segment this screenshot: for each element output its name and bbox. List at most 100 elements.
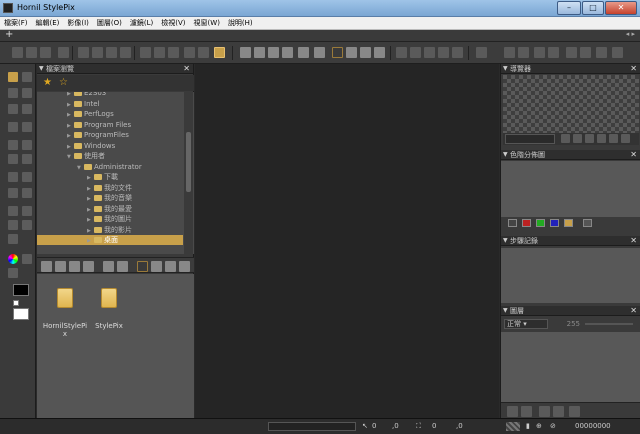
tree-item[interactable]: ▶ 我的影片 <box>37 225 183 235</box>
tree-item[interactable]: ▶ PerfLogs <box>37 109 183 119</box>
expanded-arrow-icon[interactable]: ▼ <box>67 152 74 162</box>
menu-window[interactable]: 視窗(W) <box>190 17 224 29</box>
close-doc-icon[interactable] <box>120 47 131 58</box>
menu-view[interactable]: 檢視(V) <box>157 17 189 29</box>
levels-icon[interactable] <box>452 47 463 58</box>
compare-icon[interactable] <box>596 47 607 58</box>
redo-icon[interactable] <box>198 47 209 58</box>
collapsed-arrow-icon[interactable]: ▶ <box>67 131 74 141</box>
navigator-preview[interactable] <box>503 75 639 133</box>
actual-size-icon[interactable] <box>580 47 591 58</box>
crop-icon[interactable] <box>476 47 487 58</box>
delete-layer-icon[interactable] <box>569 406 580 417</box>
collapsed-arrow-icon[interactable]: ▶ <box>87 194 94 204</box>
prev-icon[interactable] <box>92 47 103 58</box>
tree-item[interactable]: ▶ E2S03 <box>37 92 183 98</box>
tree-item[interactable]: ▼ 使用者 <box>37 151 183 161</box>
channel-red-icon[interactable] <box>522 219 531 227</box>
foreground-color-swatch[interactable] <box>13 284 29 296</box>
view-list-icon[interactable] <box>179 261 190 272</box>
tree-item[interactable]: ▼ Administrator <box>37 162 183 172</box>
zoom-in-icon[interactable] <box>534 47 545 58</box>
view-small-icon[interactable] <box>360 47 371 58</box>
help-icon[interactable] <box>504 47 515 58</box>
zoom-full-icon[interactable] <box>621 134 630 143</box>
info-icon[interactable] <box>518 47 529 58</box>
new-file-icon[interactable] <box>12 47 23 58</box>
undo-icon[interactable] <box>184 47 195 58</box>
collapsed-arrow-icon[interactable]: ▶ <box>87 215 94 225</box>
tree-item[interactable]: ▶ 桌面 <box>37 235 183 245</box>
lasso-tool-icon[interactable] <box>8 104 18 114</box>
view-large-icon[interactable] <box>332 47 343 58</box>
paste-icon[interactable] <box>168 47 179 58</box>
tree-scrollbar[interactable] <box>184 92 193 254</box>
rotate-right-icon[interactable] <box>438 47 449 58</box>
scan-icon[interactable] <box>254 47 265 58</box>
zoom-out-icon[interactable] <box>573 134 582 143</box>
image-canvas[interactable] <box>195 64 499 418</box>
channel-green-icon[interactable] <box>536 219 545 227</box>
slice-tool-icon[interactable] <box>22 122 32 132</box>
tree-item[interactable]: ▶ 我的文件 <box>37 183 183 193</box>
zoom-page-icon[interactable] <box>609 134 618 143</box>
capture-icon[interactable] <box>240 47 251 58</box>
refresh-icon[interactable] <box>69 261 80 272</box>
tree-item[interactable]: ▶ 下載 <box>37 172 183 182</box>
tree-item[interactable]: ▶ Program Files <box>37 120 183 130</box>
fullscreen-icon[interactable] <box>612 47 623 58</box>
first-icon[interactable] <box>78 47 89 58</box>
collapsed-arrow-icon[interactable]: ▶ <box>87 205 94 215</box>
view-large-icon[interactable] <box>137 261 148 272</box>
maximize-button[interactable]: □ <box>582 1 604 15</box>
crop-tool-icon[interactable] <box>8 122 18 132</box>
text-tool-icon[interactable] <box>22 220 32 230</box>
save-icon[interactable] <box>40 47 51 58</box>
tree-item[interactable]: ▶ 我的圖片 <box>37 214 183 224</box>
transform-tool-icon[interactable] <box>8 88 18 98</box>
zoom-actual-icon[interactable] <box>597 134 606 143</box>
close-panel-icon[interactable]: ✕ <box>630 306 637 316</box>
scan-icon[interactable] <box>55 261 66 272</box>
gradient-tool-icon[interactable] <box>22 172 32 182</box>
favorite-star-icon[interactable]: ★ <box>43 77 52 88</box>
zoom-out-icon[interactable] <box>548 47 559 58</box>
eraser-tool-icon[interactable] <box>22 140 32 150</box>
move-tool-icon[interactable] <box>8 72 18 82</box>
file-browser-toggle-icon[interactable] <box>214 47 225 58</box>
eyedropper-tool-icon[interactable] <box>8 154 18 164</box>
new-tab-button[interactable]: + <box>5 29 13 40</box>
swap-colors-icon[interactable] <box>13 300 19 306</box>
tab-scroll-arrows[interactable]: ◂ ▸ <box>626 30 635 38</box>
collapsed-arrow-icon[interactable]: ▶ <box>67 142 74 152</box>
folder-icon[interactable] <box>282 47 293 58</box>
close-panel-icon[interactable]: ✕ <box>630 236 637 246</box>
fill-tool-icon[interactable] <box>8 172 18 182</box>
zoom-in-icon[interactable] <box>561 134 570 143</box>
clone-tool-icon[interactable] <box>22 154 32 164</box>
fit-icon[interactable] <box>566 47 577 58</box>
channel-luminance-icon[interactable] <box>564 219 573 227</box>
filter-icon[interactable] <box>314 47 325 58</box>
redeye-tool-icon[interactable] <box>8 188 18 198</box>
collapsed-arrow-icon[interactable]: ▶ <box>67 121 74 131</box>
hand-tool-icon[interactable] <box>8 234 18 244</box>
expanded-arrow-icon[interactable]: ▼ <box>77 163 84 173</box>
folder-icon[interactable] <box>83 261 94 272</box>
view-list-icon[interactable] <box>374 47 385 58</box>
tree-item[interactable]: ▶ 我的最愛 <box>37 204 183 214</box>
tree-item[interactable]: ▶ 我的音樂 <box>37 193 183 203</box>
palette-icon[interactable] <box>8 268 18 278</box>
view-medium-icon[interactable] <box>346 47 357 58</box>
menu-edit[interactable]: 編輯(E) <box>32 17 64 29</box>
move-layer-down-icon[interactable] <box>553 406 564 417</box>
collapsed-arrow-icon[interactable]: ▶ <box>87 236 94 246</box>
new-layer-icon[interactable] <box>507 406 518 417</box>
view-medium-icon[interactable] <box>151 261 162 272</box>
sharpen-tool-icon[interactable] <box>22 188 32 198</box>
capture-icon[interactable] <box>41 261 52 272</box>
close-panel-icon[interactable]: ✕ <box>630 64 637 74</box>
print-icon[interactable] <box>58 47 69 58</box>
file-thumbnail[interactable]: StylePix <box>83 288 135 330</box>
menu-image[interactable]: 影像(I) <box>63 17 93 29</box>
